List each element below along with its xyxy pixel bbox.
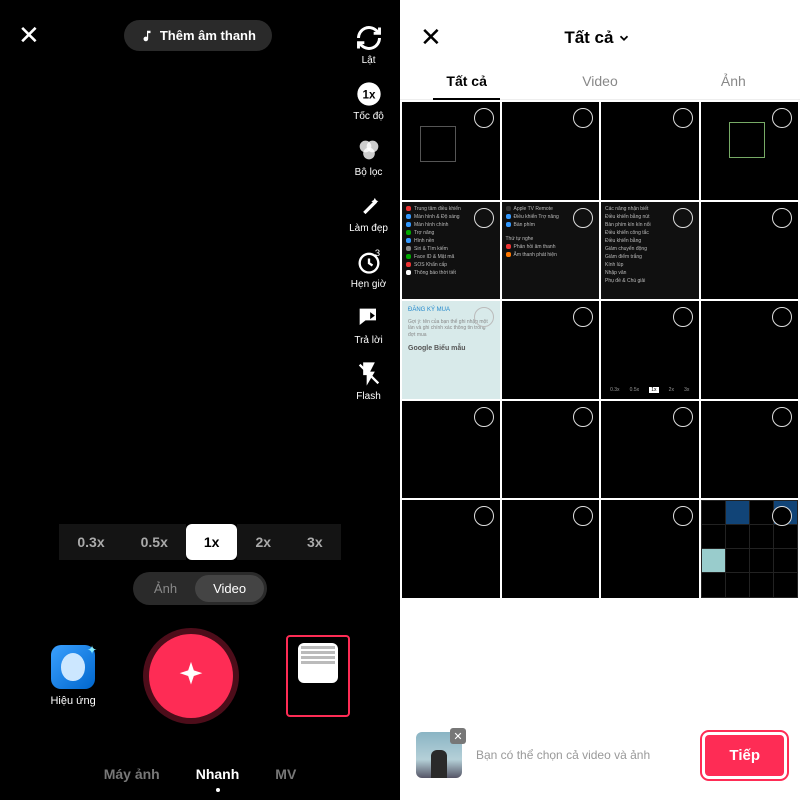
media-item[interactable] — [701, 500, 799, 598]
media-item[interactable]: Các năng nhận biết Điều khiển bằng nút B… — [601, 202, 699, 300]
media-item[interactable] — [701, 102, 799, 200]
next-button[interactable]: Tiếp — [705, 735, 784, 776]
media-item[interactable] — [701, 301, 799, 399]
flip-icon — [355, 24, 383, 52]
flash-off-icon — [355, 360, 383, 388]
tab-all[interactable]: Tất cả — [400, 63, 533, 99]
chevron-down-icon — [617, 31, 631, 45]
media-item[interactable]: Apple TV Remote Điều khiển Trợ năng Bàn … — [502, 202, 600, 300]
beauty-tool[interactable]: Làm đẹp — [349, 192, 388, 234]
music-note-icon — [140, 29, 154, 43]
tab-image[interactable]: Ảnh — [667, 63, 800, 99]
gallery-screen: ✕ Tất cả Tất cả Video Ảnh Trung tâm điều… — [400, 0, 800, 800]
filters-icon — [355, 136, 383, 164]
timer-icon: 3 — [355, 248, 383, 276]
reply-icon — [355, 304, 383, 332]
speed-icon: 1x — [355, 80, 383, 108]
toggle-video[interactable]: Video — [195, 575, 264, 602]
upload-button[interactable]: Tải lên — [286, 635, 350, 717]
media-item[interactable] — [502, 102, 600, 200]
speed-0.5x[interactable]: 0.5x — [123, 524, 186, 560]
filters-tool[interactable]: Bộ lọc — [355, 136, 383, 178]
media-item[interactable] — [601, 401, 699, 499]
media-item[interactable] — [402, 500, 500, 598]
speed-0.3x[interactable]: 0.3x — [59, 524, 122, 560]
magic-wand-icon — [355, 192, 383, 220]
svg-text:3: 3 — [374, 248, 379, 258]
add-sound-label: Thêm âm thanh — [160, 28, 256, 43]
selection-bar: ✕ Bạn có thể chọn cả video và ảnh Tiếp — [400, 718, 800, 800]
timer-tool[interactable]: 3 Hẹn giờ — [351, 248, 386, 290]
add-sound-button[interactable]: Thêm âm thanh — [124, 20, 272, 51]
speed-2x[interactable]: 2x — [237, 524, 289, 560]
record-row: Hiệu ứng Tải lên — [0, 634, 400, 718]
toggle-photo[interactable]: Ảnh — [136, 575, 195, 602]
gallery-close-button[interactable]: ✕ — [420, 22, 442, 53]
media-item[interactable]: 0.3x0.5x1x2x3x — [601, 301, 699, 399]
album-selector[interactable]: Tất cả — [564, 28, 631, 48]
selected-thumbnail[interactable]: ✕ — [416, 732, 462, 778]
photo-video-toggle: Ảnh Video — [0, 572, 400, 605]
speed-3x[interactable]: 3x — [289, 524, 341, 560]
media-item[interactable] — [601, 102, 699, 200]
speed-tool[interactable]: 1x Tốc độ — [353, 80, 384, 122]
media-item[interactable] — [701, 401, 799, 499]
effects-button[interactable]: Hiệu ứng — [50, 645, 95, 707]
flip-tool[interactable]: Lật — [355, 24, 383, 66]
camera-screen: ✕ Thêm âm thanh Lật 1x Tốc độ Bộ lọc Làm… — [0, 0, 400, 800]
media-item[interactable] — [402, 102, 500, 200]
tab-video[interactable]: Video — [533, 63, 666, 99]
reply-tool[interactable]: Trả lời — [354, 304, 382, 346]
side-toolbar: Lật 1x Tốc độ Bộ lọc Làm đẹp 3 Hẹn giờ T… — [349, 24, 388, 402]
media-tabs: Tất cả Video Ảnh — [400, 63, 800, 100]
media-grid: Trung tâm điều khiển Màn hình & Độ sáng … — [400, 100, 800, 600]
mode-camera[interactable]: Máy ảnh — [104, 766, 160, 782]
media-item[interactable] — [502, 401, 600, 499]
record-button[interactable] — [149, 634, 233, 718]
media-item[interactable]: Trung tâm điều khiển Màn hình & Độ sáng … — [402, 202, 500, 300]
flash-tool[interactable]: Flash — [355, 360, 383, 402]
speed-1x[interactable]: 1x — [186, 524, 238, 560]
media-item[interactable] — [502, 301, 600, 399]
mode-mv[interactable]: MV — [275, 766, 296, 782]
sparkle-icon — [174, 659, 208, 693]
speed-selector: 0.3x 0.5x 1x 2x 3x — [0, 524, 400, 560]
media-item[interactable] — [502, 500, 600, 598]
mode-quick[interactable]: Nhanh — [196, 766, 240, 782]
media-item[interactable] — [701, 202, 799, 300]
media-item[interactable]: ĐĂNG KÝ MUA Gợi ý: tên của bạn thể ghi n… — [402, 301, 500, 399]
mode-selector: Máy ảnh Nhanh MV — [0, 766, 400, 782]
remove-selection-icon[interactable]: ✕ — [450, 728, 466, 744]
effects-icon — [51, 645, 95, 689]
selection-hint: Bạn có thể chọn cả video và ảnh — [476, 748, 691, 762]
close-button[interactable]: ✕ — [18, 20, 40, 51]
upload-icon — [298, 643, 338, 683]
camera-header: ✕ Thêm âm thanh — [0, 0, 400, 51]
gallery-header: ✕ Tất cả — [400, 0, 800, 63]
media-item[interactable] — [601, 500, 699, 598]
media-item[interactable] — [402, 401, 500, 499]
svg-text:1x: 1x — [362, 89, 375, 102]
